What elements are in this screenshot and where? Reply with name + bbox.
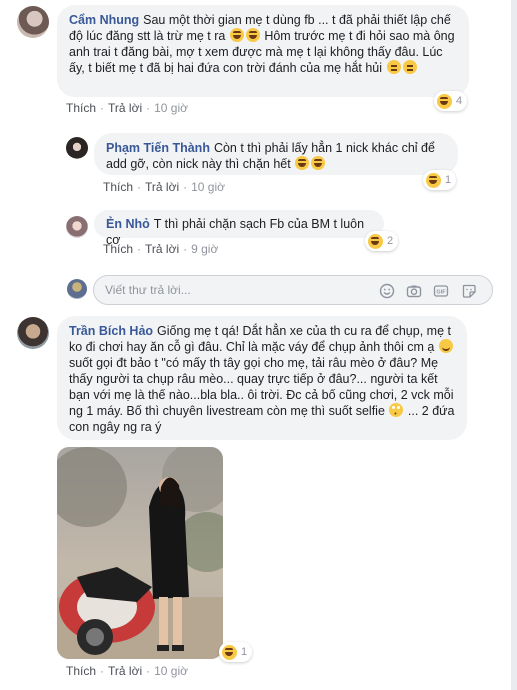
- reply-link[interactable]: Trả lời: [108, 664, 142, 678]
- comment-bubble: Cẩm Nhung Sau một thời gian mẹ t dùng fb …: [57, 5, 469, 97]
- comment-photo[interactable]: [57, 447, 223, 659]
- comment-actions: Thích · Trả lời · 9 giờ: [103, 242, 219, 256]
- avatar[interactable]: [66, 216, 88, 238]
- comment-actions: Thích · Trả lời · 10 giờ: [66, 664, 188, 678]
- laugh-emoji-icon: [295, 156, 310, 170]
- reply-input[interactable]: [94, 276, 344, 304]
- laugh-reaction-icon: [222, 644, 237, 660]
- reaction-count[interactable]: 1: [219, 642, 253, 662]
- laugh-emoji-icon: [311, 156, 326, 170]
- reaction-count[interactable]: 1: [423, 170, 457, 190]
- comment-actions: Thích · Trả lời · 10 giờ: [103, 180, 225, 194]
- like-link[interactable]: Thích: [66, 664, 96, 678]
- reaction-count[interactable]: 4: [434, 91, 468, 111]
- sticker-icon[interactable]: [461, 283, 477, 299]
- eye-roll-emoji-icon: [389, 403, 404, 417]
- comment-time[interactable]: 10 giờ: [154, 664, 188, 678]
- laugh-reaction-icon: [368, 233, 383, 249]
- comment-time[interactable]: 9 giờ: [191, 242, 218, 256]
- comment-author[interactable]: Cẩm Nhung: [69, 13, 139, 27]
- reply-link[interactable]: Trả lời: [108, 101, 142, 115]
- svg-text:GIF: GIF: [436, 290, 446, 296]
- comment-bubble: Ẻn Nhỏ T thì phải chặn sạch Fb của BM t l…: [94, 210, 384, 247]
- avatar[interactable]: [17, 6, 49, 38]
- laugh-emoji-icon: [245, 28, 260, 42]
- reply-box[interactable]: GIF: [93, 275, 493, 305]
- avatar[interactable]: [66, 137, 88, 159]
- smile-emoji-icon: [438, 339, 453, 353]
- gif-icon[interactable]: GIF: [433, 283, 449, 299]
- reply-link[interactable]: Trả lời: [145, 242, 179, 256]
- like-link[interactable]: Thích: [103, 242, 133, 256]
- avatar[interactable]: [17, 317, 49, 349]
- like-link[interactable]: Thích: [103, 180, 133, 194]
- emoji-icon[interactable]: [379, 283, 395, 299]
- laugh-reaction-icon: [437, 93, 452, 109]
- comment-actions: Thích · Trả lời · 10 giờ: [66, 101, 188, 115]
- camera-icon[interactable]: [406, 283, 422, 299]
- comment-author[interactable]: Trần Bích Hảo: [69, 324, 153, 338]
- comment-time[interactable]: 10 giờ: [191, 180, 225, 194]
- comment-bubble: Trần Bích Hảo Giống mẹ t qá! Dắt hẳn xe c…: [57, 316, 467, 440]
- comment-time[interactable]: 10 giờ: [154, 101, 188, 115]
- comment-author[interactable]: Phạm Tiến Thành: [106, 141, 210, 155]
- like-link[interactable]: Thích: [66, 101, 96, 115]
- photo-image: [57, 447, 223, 659]
- neutral-emoji-icon: [402, 60, 417, 74]
- reaction-count[interactable]: 2: [365, 231, 399, 251]
- laugh-reaction-icon: [426, 172, 441, 188]
- comment-bubble: Phạm Tiến Thành Còn t thì phải lấy hẳn 1 …: [94, 133, 458, 175]
- right-border: [511, 0, 517, 690]
- comment-author[interactable]: Ẻn Nhỏ: [106, 217, 150, 231]
- current-user-avatar: [67, 279, 87, 299]
- laugh-emoji-icon: [229, 28, 244, 42]
- reply-link[interactable]: Trả lời: [145, 180, 179, 194]
- neutral-emoji-icon: [386, 60, 401, 74]
